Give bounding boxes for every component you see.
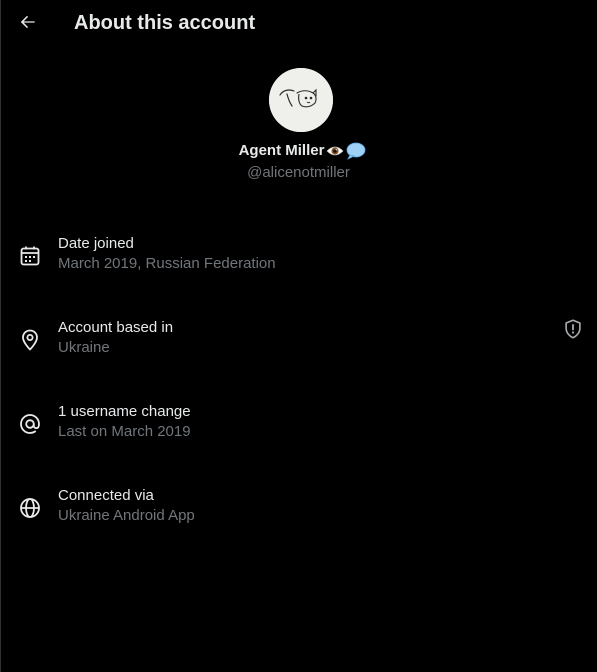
detail-row-connected-via: Connected via Ukraine Android App — [0, 486, 597, 546]
detail-title-connected-via: Connected via — [58, 487, 154, 504]
avatar[interactable] — [269, 68, 333, 132]
cat-sketch-avatar-icon — [269, 68, 333, 132]
detail-value-account-based-in: Ukraine — [58, 339, 110, 356]
page-header: About this account — [0, 0, 597, 46]
profile-name: Agent Miller — [238, 142, 325, 159]
detail-row-account-based-in: Account based in Ukraine — [0, 318, 597, 378]
detail-row-date-joined: Date joined March 2019, Russian Federati… — [0, 234, 597, 294]
eye-emoji-icon — [326, 144, 344, 158]
page-title: About this account — [74, 12, 256, 34]
detail-value-username-change: Last on March 2019 — [58, 423, 191, 440]
at-sign-icon — [20, 414, 40, 434]
calendar-icon — [20, 246, 40, 266]
profile-handle: @alicenotmiller — [247, 164, 350, 181]
speech-bubble-emoji-icon — [346, 142, 366, 160]
globe-icon — [20, 498, 40, 518]
detail-title-username-change: 1 username change — [58, 403, 191, 420]
detail-value-date-joined: March 2019, Russian Federation — [58, 255, 276, 272]
detail-title-account-based-in: Account based in — [58, 319, 174, 336]
shield-alert-icon[interactable] — [562, 318, 584, 340]
arrow-left-icon — [20, 15, 35, 29]
location-pin-icon — [22, 329, 38, 351]
back-button[interactable] — [12, 6, 44, 38]
detail-row-username-change: 1 username change Last on March 2019 — [0, 402, 597, 462]
detail-value-connected-via: Ukraine Android App — [58, 507, 195, 524]
detail-title-date-joined: Date joined — [58, 235, 134, 252]
profile-name-line: Agent Miller — [0, 141, 597, 161]
